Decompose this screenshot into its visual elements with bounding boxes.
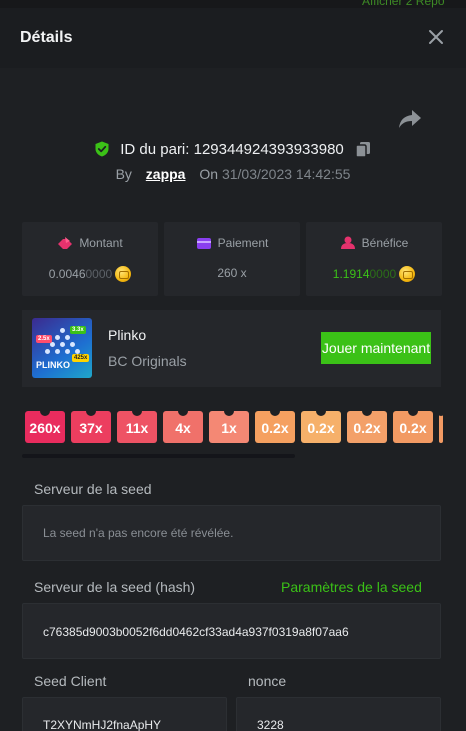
multiplier-chip: 1x [209, 411, 249, 443]
stat-wager: Montant 0.00460000 [22, 222, 158, 296]
background-reply-text: Afficher 2 Répo [362, 0, 445, 8]
background-strip: Afficher 2 Répo [0, 0, 466, 8]
close-icon[interactable] [427, 28, 445, 46]
nonce-label: nonce [248, 673, 287, 689]
on-label: On [199, 166, 219, 182]
stat-payout-value: 260 x [217, 266, 247, 280]
stat-profit-value: 1.1914 [332, 267, 370, 281]
multiplier-chip: 260x [25, 411, 65, 443]
server-seed-field: La seed n'a pas encore été révélée. [22, 505, 441, 561]
wager-icon [58, 237, 73, 249]
profit-icon [340, 236, 355, 249]
seed-settings-link[interactable]: Paramètres de la seed [281, 579, 422, 595]
multiplier-chip: 37x [71, 411, 111, 443]
server-seed-hash-value: c76385d9003b0052f6dd0462cf33ad4a937f0319… [43, 625, 349, 639]
bet-id-row: ID du pari: 129344924393933980 [0, 140, 466, 162]
thumb-logo: PLINKO [36, 360, 71, 370]
bet-id: ID du pari: 129344924393933980 [120, 140, 344, 158]
multiplier-chip: 0.2x [347, 411, 387, 443]
server-seed-hash-label: Serveur de la seed (hash) [34, 579, 196, 595]
bet-meta-row: By zappa On 31/03/2023 14:42:55 [0, 166, 466, 182]
copy-icon[interactable] [354, 140, 372, 158]
stat-wager-label: Montant [79, 236, 123, 250]
multiplier-chip: 0.2x [301, 411, 341, 443]
wallet-icon [196, 238, 211, 249]
by-label: By [115, 166, 132, 182]
thumb-tag: 3.3x [70, 326, 86, 334]
stat-payout-label: Paiement [217, 236, 269, 250]
thumb-tag: 2.5x [36, 335, 52, 343]
username-link[interactable]: zappa [146, 166, 186, 182]
horizontal-scrollbar[interactable] [22, 454, 295, 458]
server-seed-hash-field[interactable]: c76385d9003b0052f6dd0462cf33ad4a937f0319… [22, 603, 441, 659]
thumb-tag: 425x [72, 354, 90, 362]
nonce-value: 3228 [257, 718, 284, 731]
game-thumbnail[interactable]: 2.5x 3.3x 425x PLINKO [32, 318, 92, 378]
stat-profit: Bénéfice 1.19140000 [306, 222, 442, 296]
client-seed-value: T2XYNmHJ2fnaApHY [43, 718, 162, 731]
coin-icon [115, 266, 132, 282]
modal-header: Détails [0, 8, 466, 68]
shield-check-icon [95, 141, 109, 157]
play-now-button[interactable]: Jouer maintenant [321, 332, 431, 364]
bet-datetime: 31/03/2023 14:42:55 [221, 166, 351, 182]
coin-icon [399, 266, 416, 282]
multiplier-chip: 0.2x [393, 411, 433, 443]
game-name[interactable]: Plinko [108, 327, 146, 343]
multiplier-chip: 0.2x [255, 411, 295, 443]
share-icon[interactable] [398, 108, 422, 130]
multiplier-chip-partial [436, 411, 446, 443]
server-seed-value: La seed n'a pas encore été révélée. [43, 526, 234, 540]
nonce-field[interactable]: 3228 [236, 697, 441, 731]
client-seed-label: Seed Client [34, 673, 107, 689]
stat-wager-value: 0.0046 [48, 267, 86, 281]
multiplier-chip: 4x [163, 411, 203, 443]
stat-payout: Paiement 260 x [164, 222, 300, 296]
game-provider: BC Originals [108, 353, 187, 369]
stat-wager-value-faded: 0000 [85, 267, 113, 281]
stat-profit-label: Bénéfice [361, 236, 409, 250]
multiplier-chip: 11x [117, 411, 157, 443]
stat-profit-value-faded: 0000 [369, 267, 397, 281]
server-seed-label: Serveur de la seed [34, 481, 152, 497]
game-card: 2.5x 3.3x 425x PLINKO Plinko BC Original… [22, 310, 441, 387]
modal-title: Détails [20, 29, 73, 46]
client-seed-field[interactable]: T2XYNmHJ2fnaApHY [22, 697, 227, 731]
